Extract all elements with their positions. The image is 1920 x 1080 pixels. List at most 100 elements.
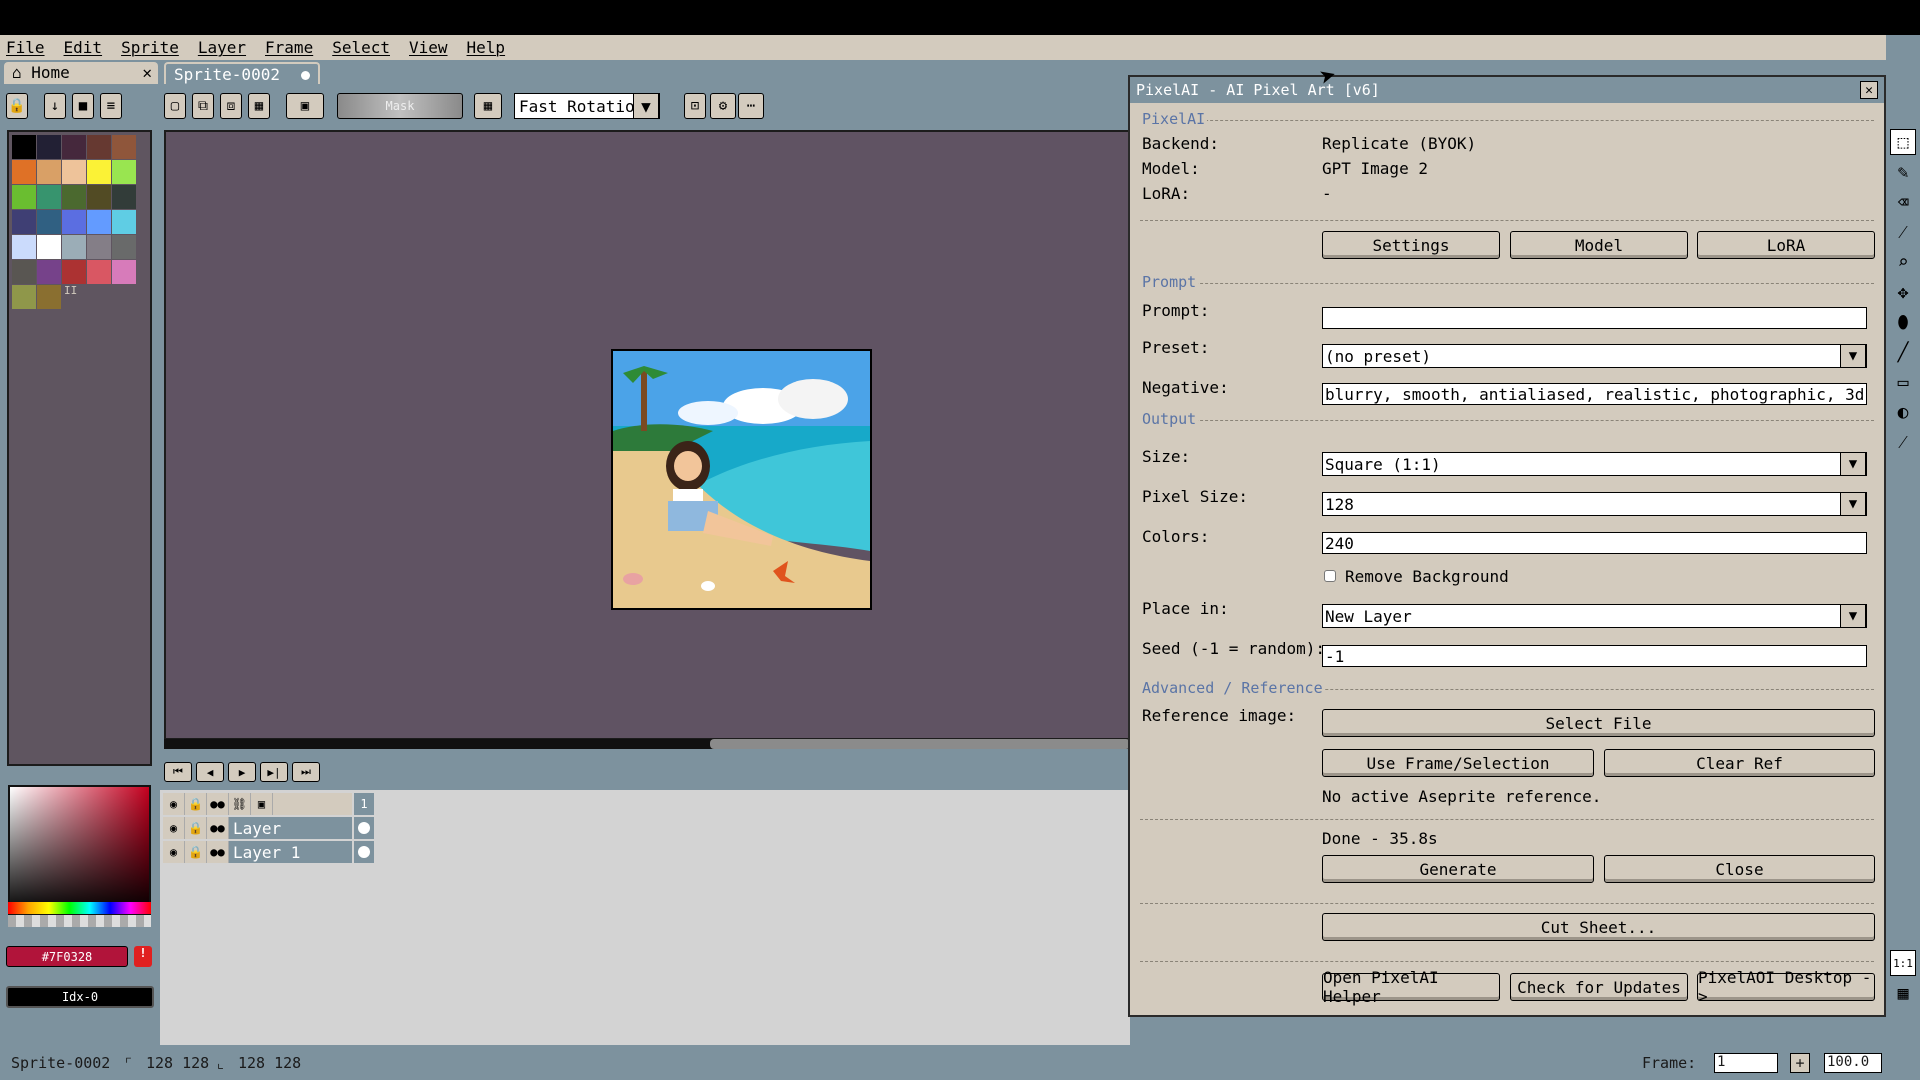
warning-icon[interactable]: ! <box>134 946 152 967</box>
close-button[interactable]: Close <box>1604 855 1875 883</box>
sprite-image-beach-girl[interactable] <box>611 349 872 610</box>
contour-icon[interactable]: ◐ <box>1890 399 1916 425</box>
one-to-one-zoom[interactable]: 1:1 <box>1890 950 1916 976</box>
preview-icon[interactable]: ▦ <box>1890 980 1916 1006</box>
seed-input[interactable]: -1 <box>1322 645 1867 667</box>
palette-swatch[interactable] <box>37 285 61 309</box>
close-icon[interactable]: ✕ <box>142 63 152 82</box>
cut-sheet-button[interactable]: Cut Sheet... <box>1322 913 1875 941</box>
palette-swatch[interactable] <box>87 235 111 259</box>
selection-replace-icon[interactable]: ▢ <box>164 93 186 119</box>
menu-file[interactable]: File <box>6 38 45 57</box>
fill-icon[interactable]: ⬮ <box>1890 309 1916 335</box>
more-icon[interactable]: ⋯ <box>738 93 764 119</box>
settings-button[interactable]: Settings <box>1322 231 1500 259</box>
palette-swatch[interactable] <box>62 135 86 159</box>
selection-subtract-icon[interactable]: ⧈ <box>220 93 242 119</box>
close-icon[interactable]: ✕ <box>1860 81 1878 99</box>
first-frame-icon[interactable]: ⏮ <box>164 762 192 782</box>
next-frame-icon[interactable]: ▶| <box>260 762 288 782</box>
menu-layer[interactable]: Layer <box>198 38 246 57</box>
palette-swatch[interactable] <box>112 135 136 159</box>
foreground-color-hex[interactable]: #7F0328 <box>6 946 128 967</box>
menu-lines-icon[interactable]: ≡ <box>100 93 122 119</box>
palette-swatch[interactable] <box>87 160 111 184</box>
previous-frame-icon[interactable]: ◀ <box>196 762 224 782</box>
palette-swatch[interactable] <box>62 235 86 259</box>
palette-swatch[interactable] <box>87 260 111 284</box>
negative-input[interactable]: blurry, smooth, antialiased, realistic, … <box>1322 383 1867 405</box>
lock-icon[interactable]: 🔒 <box>185 817 207 839</box>
model-button[interactable]: Model <box>1510 231 1688 259</box>
desktop-app-button[interactable]: PixelAOI Desktop -> <box>1697 968 1875 1006</box>
palette-swatch[interactable] <box>112 160 136 184</box>
gear-icon[interactable]: ⚙ <box>710 93 736 119</box>
eraser-icon[interactable]: ⌫ <box>1890 189 1916 215</box>
menu-edit[interactable]: Edit <box>64 38 103 57</box>
tab-sprite[interactable]: Sprite-0002 <box>164 62 320 84</box>
cel[interactable] <box>352 817 374 839</box>
link-icon[interactable]: ⛓ <box>229 793 251 815</box>
palette-swatch[interactable] <box>112 210 136 234</box>
palette-swatch[interactable] <box>12 135 36 159</box>
palette-swatch[interactable] <box>112 185 136 209</box>
lock-icon[interactable]: 🔒 <box>185 841 207 863</box>
rectangle-icon[interactable]: ▭ <box>1890 369 1916 395</box>
palette-swatch[interactable] <box>112 235 136 259</box>
palette-swatch[interactable] <box>62 210 86 234</box>
onion-skin-icon[interactable]: ●● <box>207 793 229 815</box>
canvas-area[interactable] <box>164 130 1130 740</box>
stop-icon[interactable]: ■ <box>72 93 94 119</box>
palette-swatch[interactable] <box>62 260 86 284</box>
menu-help[interactable]: Help <box>467 38 506 57</box>
palette-swatch[interactable] <box>37 160 61 184</box>
menu-view[interactable]: View <box>409 38 448 57</box>
palette-swatch[interactable] <box>12 285 36 309</box>
zoom-input[interactable]: 100.0 <box>1824 1053 1882 1073</box>
frame-number[interactable]: 1 <box>352 793 374 815</box>
download-icon[interactable]: ↓ <box>44 93 66 119</box>
eyedropper-icon[interactable]: ⁄ <box>1890 219 1916 245</box>
eye-icon[interactable]: ◉ <box>163 841 185 863</box>
menu-sprite[interactable]: Sprite <box>121 38 179 57</box>
layer-options-icon[interactable]: ▣ <box>251 793 273 815</box>
layer-name[interactable]: Layer 1 <box>229 841 352 863</box>
palette-swatch[interactable] <box>37 185 61 209</box>
palette-swatch[interactable] <box>112 260 136 284</box>
palette-swatch[interactable] <box>62 160 86 184</box>
transform-icon[interactable]: ⊡ <box>684 93 706 119</box>
palette-swatch[interactable] <box>87 210 111 234</box>
prompt-input[interactable] <box>1322 307 1867 329</box>
pivot-icon[interactable]: ▦ <box>474 93 502 119</box>
mask-button[interactable]: Mask <box>337 93 463 119</box>
palette-swatch[interactable] <box>12 260 36 284</box>
move-icon[interactable]: ✥ <box>1890 279 1916 305</box>
continuous-icon[interactable]: ●● <box>207 841 229 863</box>
pixel-size-select[interactable]: 128 ▼ <box>1322 492 1867 516</box>
palette-swatch[interactable] <box>12 160 36 184</box>
palette-swatch[interactable] <box>12 235 36 259</box>
use-frame-selection-button[interactable]: Use Frame/Selection <box>1322 749 1594 777</box>
palette-swatch[interactable] <box>12 185 36 209</box>
continuous-icon[interactable]: ●● <box>207 817 229 839</box>
cel[interactable] <box>352 841 374 863</box>
check-updates-button[interactable]: Check for Updates <box>1510 973 1688 1001</box>
frame-input[interactable]: 1 <box>1714 1053 1778 1073</box>
canvas-scroll-thumb[interactable] <box>710 739 1130 749</box>
blur-icon[interactable]: ⁄ <box>1890 429 1916 455</box>
open-helper-button[interactable]: Open PixelAI Helper <box>1322 968 1500 1006</box>
menu-select[interactable]: Select <box>332 38 390 57</box>
alpha-slider[interactable] <box>8 915 151 927</box>
lock-icon[interactable]: 🔒 <box>185 793 207 815</box>
palette-swatch[interactable] <box>87 185 111 209</box>
palette-swatch[interactable] <box>37 235 61 259</box>
select-file-button[interactable]: Select File <box>1322 709 1875 737</box>
dialog-title-bar[interactable]: PixelAI - AI Pixel Art [v6] ✕ <box>1130 77 1884 103</box>
palette-swatch[interactable] <box>12 210 36 234</box>
last-frame-icon[interactable]: ⏭ <box>292 762 320 782</box>
selection-intersect-icon[interactable]: ▦ <box>248 93 270 119</box>
preset-select[interactable]: (no preset) ▼ <box>1322 344 1867 368</box>
layer-name[interactable]: Layer <box>229 817 352 839</box>
palette-swatch[interactable] <box>87 135 111 159</box>
clear-ref-button[interactable]: Clear Ref <box>1604 749 1875 777</box>
